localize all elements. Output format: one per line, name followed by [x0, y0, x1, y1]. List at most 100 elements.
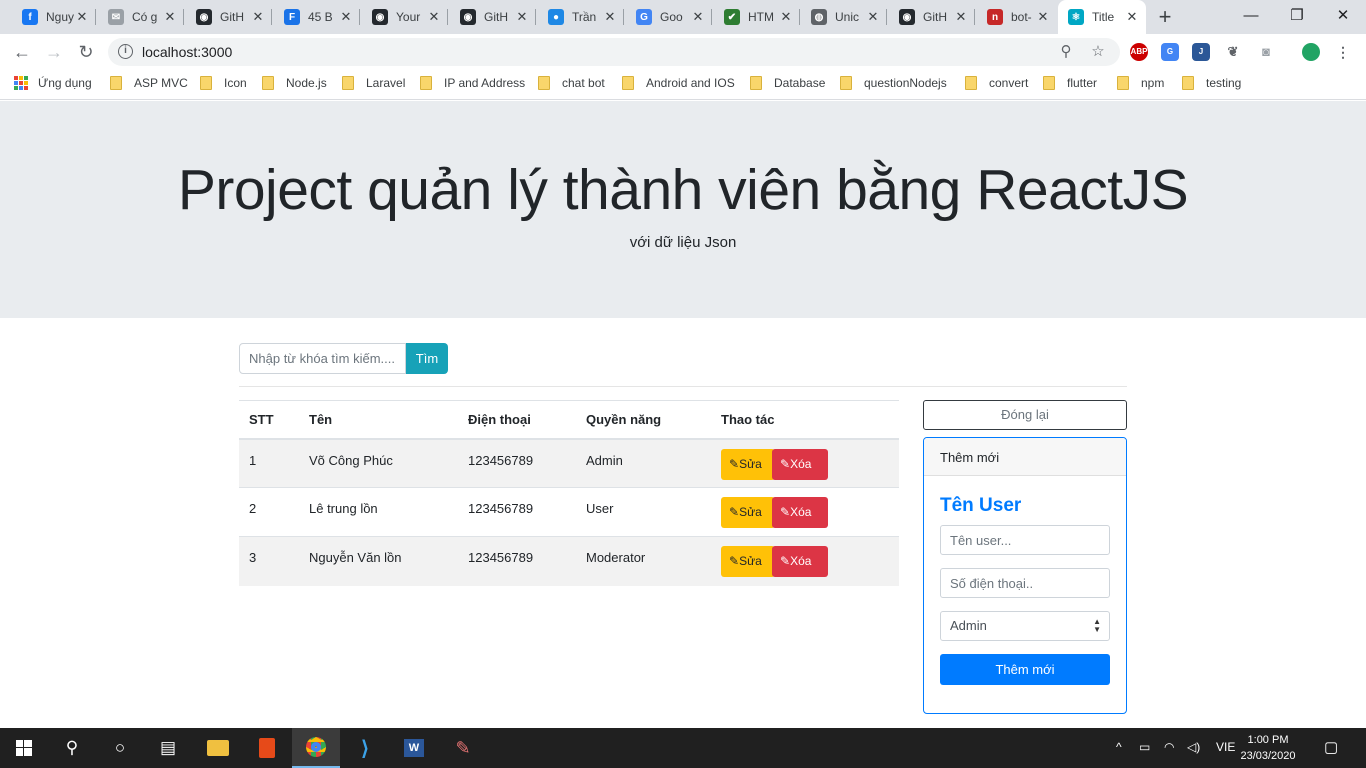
close-tab-icon[interactable]: ✕ — [953, 9, 969, 25]
bookmark-folder[interactable]: Database — [750, 76, 825, 90]
file-explorer-icon[interactable] — [194, 728, 242, 768]
bookmark-folder[interactable]: Icon — [200, 76, 247, 90]
bookmark-folder[interactable]: convert — [965, 76, 1028, 90]
language-indicator[interactable]: VIE — [1216, 740, 1235, 754]
minimize-button[interactable]: — — [1228, 0, 1274, 34]
delete-button[interactable]: ✎Xóa — [772, 448, 828, 480]
office-icon[interactable] — [243, 728, 291, 768]
close-tab-icon[interactable]: ✕ — [426, 9, 442, 25]
bookmark-folder[interactable]: chat bot — [538, 76, 605, 90]
new-tab-button[interactable]: + — [1152, 4, 1178, 30]
edit-button[interactable]: ✎Sửa — [721, 448, 775, 480]
notification-icon[interactable]: ▢ — [1324, 738, 1338, 756]
delete-button[interactable]: ✎Xóa — [772, 497, 828, 528]
bookmark-folder[interactable]: ASP MVC — [110, 76, 188, 90]
form-title: Tên User — [940, 495, 1022, 516]
browser-tab[interactable]: ◉ GitH ✕ — [450, 0, 536, 34]
show-hidden-icons[interactable]: ^ — [1116, 740, 1122, 754]
windows-start-icon[interactable] — [0, 728, 48, 768]
browser-tab[interactable]: ◍ Unic ✕ — [801, 0, 887, 34]
bookmark-folder[interactable]: IP and Address — [420, 76, 525, 90]
edit-button[interactable]: ✎Sửa — [721, 497, 775, 528]
zoom-icon[interactable]: ⚲ — [1056, 42, 1076, 62]
browser-tab[interactable]: ◉ GitH ✕ — [186, 0, 272, 34]
close-tab-icon[interactable]: ✕ — [250, 9, 266, 25]
vscode-icon[interactable]: ⟩ — [341, 728, 389, 768]
close-tab-icon[interactable]: ✕ — [74, 9, 90, 25]
volume-icon[interactable]: ◁) — [1187, 740, 1200, 754]
close-tab-icon[interactable]: ✕ — [865, 9, 881, 25]
bookmark-folder[interactable]: Node.js — [262, 76, 327, 90]
url-text[interactable]: localhost:3000 — [142, 44, 232, 60]
extension-swirl-icon[interactable]: ❦ — [1224, 43, 1242, 61]
browser-tab[interactable]: n bot- ✕ — [977, 0, 1057, 34]
cell-actions: ✎Sửa ✎Xóa — [711, 438, 899, 488]
close-tab-icon[interactable]: ✕ — [514, 9, 530, 25]
profile-avatar[interactable] — [1302, 43, 1320, 61]
paint-icon[interactable]: ✎ — [439, 728, 487, 768]
table-header-row: STT Tên Điện thoại Quyền năng Thao tác — [239, 400, 899, 440]
bookmark-star-icon[interactable]: ☆ — [1088, 42, 1108, 62]
close-tab-icon[interactable]: ✕ — [602, 9, 618, 25]
bookmark-folder[interactable]: questionNodejs — [840, 76, 947, 90]
adblock-icon[interactable]: ABP — [1130, 43, 1148, 61]
close-tab-icon[interactable]: ✕ — [778, 9, 794, 25]
search-form: Tìm — [239, 343, 448, 374]
phone-field[interactable] — [940, 568, 1110, 598]
bookmark-folder[interactable]: flutter — [1043, 76, 1097, 90]
browser-tab[interactable]: ◉ GitH ✕ — [889, 0, 975, 34]
forward-arrow-icon[interactable]: → — [41, 39, 67, 65]
search-icon[interactable]: ⚲ — [48, 728, 96, 768]
browser-tab[interactable]: ◉ Your ✕ — [362, 0, 448, 34]
close-tab-icon[interactable]: ✕ — [690, 9, 706, 25]
browser-tab[interactable]: f Nguy ✕ — [12, 0, 96, 34]
feather-icon: F — [284, 9, 300, 25]
add-user-submit-button[interactable]: Thêm mới — [940, 654, 1110, 685]
delete-button[interactable]: ✎Xóa — [772, 546, 828, 577]
close-tab-icon[interactable]: ✕ — [1035, 9, 1051, 25]
browser-tab[interactable]: ✔ HTM ✕ — [714, 0, 800, 34]
reload-icon[interactable]: ↻ — [73, 39, 99, 65]
battery-icon[interactable]: ▭ — [1139, 740, 1150, 754]
browser-tab[interactable]: G Goo ✕ — [626, 0, 712, 34]
cortana-icon[interactable]: ○ — [96, 728, 144, 768]
folder-icon — [110, 76, 122, 90]
browser-tab[interactable]: ⚛ Title ✕ — [1058, 0, 1146, 34]
close-window-button[interactable]: ✕ — [1320, 0, 1366, 34]
tab-title: 45 B — [308, 10, 333, 24]
browser-tab[interactable]: F 45 B ✕ — [274, 0, 360, 34]
search-button[interactable]: Tìm — [406, 343, 448, 374]
bookmark-label: Icon — [224, 76, 247, 90]
edit-button[interactable]: ✎Sửa — [721, 546, 775, 577]
extension-j-icon[interactable]: J — [1192, 43, 1210, 61]
browser-tab[interactable]: ● Trần ✕ — [538, 0, 624, 34]
edit-label: Sửa — [739, 554, 762, 568]
bookmark-folder[interactable]: Laravel — [342, 76, 405, 90]
address-bar[interactable]: i localhost:3000 ⚲ ☆ — [108, 38, 1120, 66]
bookmark-folder[interactable]: npm — [1117, 76, 1164, 90]
chrome-icon[interactable] — [292, 728, 340, 768]
translate-icon[interactable]: G — [1161, 43, 1179, 61]
bookmark-apps[interactable]: Ứng dụng — [14, 76, 92, 90]
info-icon[interactable]: i — [118, 44, 133, 59]
task-view-icon[interactable]: ▤ — [144, 728, 192, 768]
browser-tab[interactable]: ✉ Có g ✕ — [98, 0, 184, 34]
bookmark-folder[interactable]: testing — [1182, 76, 1241, 90]
close-tab-icon[interactable]: ✕ — [162, 9, 178, 25]
github-icon: ◉ — [899, 9, 915, 25]
word-icon[interactable]: W — [390, 728, 438, 768]
menu-dots-icon[interactable]: ⋮ — [1334, 43, 1352, 61]
search-input[interactable] — [239, 343, 406, 374]
bookmark-label: Node.js — [286, 76, 327, 90]
username-field[interactable] — [940, 525, 1110, 555]
back-arrow-icon[interactable]: ← — [9, 39, 35, 65]
role-select[interactable]: Admin ▲ ▼ — [940, 611, 1110, 641]
clock[interactable]: 1:00 PM 23/03/2020 — [1236, 732, 1300, 764]
restore-button[interactable]: ❐ — [1274, 0, 1320, 34]
bookmark-folder[interactable]: Android and IOS — [622, 76, 735, 90]
close-tab-icon[interactable]: ✕ — [338, 9, 354, 25]
close-tab-icon[interactable]: ✕ — [1124, 9, 1140, 25]
wifi-icon[interactable]: ◠ — [1164, 740, 1174, 754]
camera-icon[interactable]: ◙ — [1257, 43, 1275, 61]
close-form-button[interactable]: Đóng lại — [923, 400, 1127, 430]
